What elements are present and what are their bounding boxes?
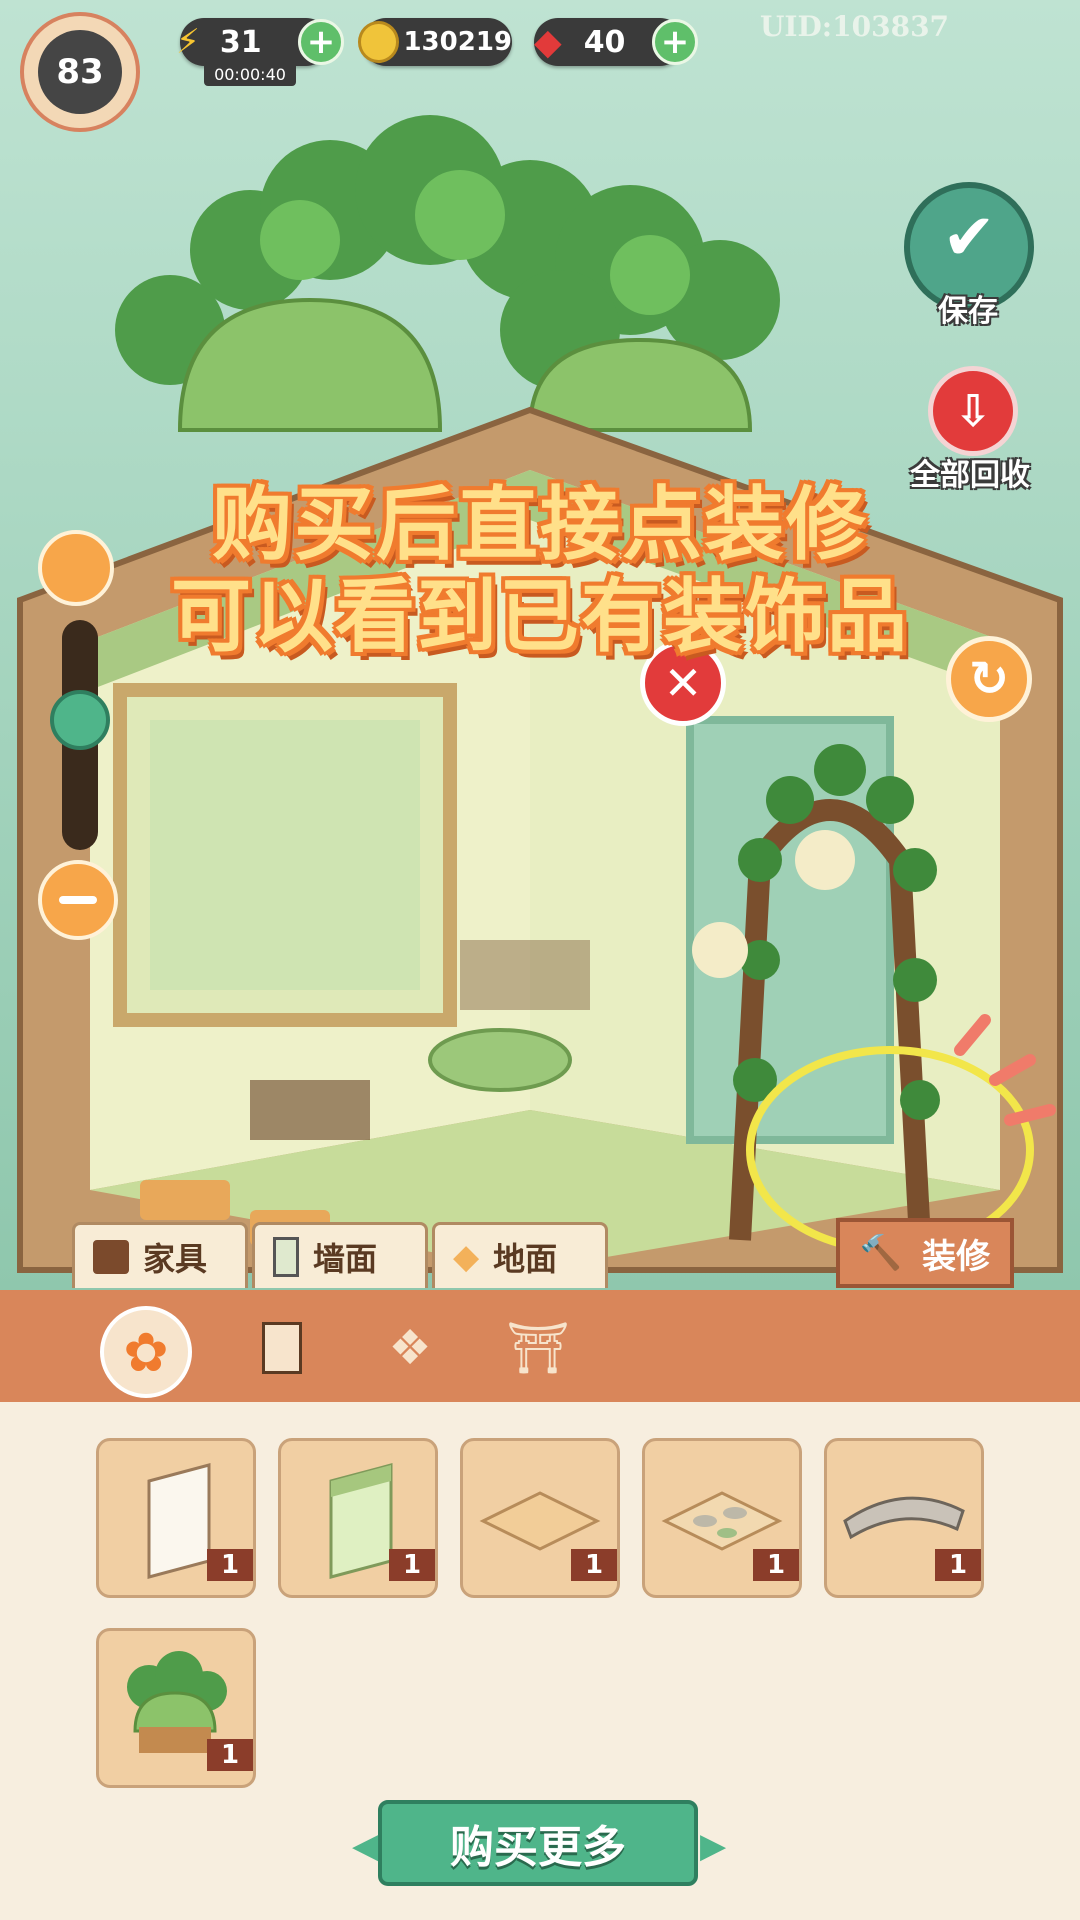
add-gems-button[interactable]: + xyxy=(652,19,698,65)
lightning-icon: ⚡ xyxy=(176,22,200,62)
slot-count: 1 xyxy=(753,1549,799,1581)
slot-count: 1 xyxy=(207,1549,253,1581)
inventory-slot-green-wall[interactable]: 1 xyxy=(278,1438,438,1598)
inventory-slot-wood-floor[interactable]: 1 xyxy=(460,1438,620,1598)
tab-floor-label: 地面 xyxy=(493,1239,558,1278)
clover-icon: ✿ xyxy=(123,1320,169,1384)
buy-more-label: 购买更多 xyxy=(450,1822,626,1873)
tab-furniture-label: 家具 xyxy=(143,1239,208,1278)
buy-more-left-ornament: ◀ xyxy=(352,1826,379,1866)
energy-value: 31 xyxy=(219,24,262,60)
coin-value: 130219 xyxy=(403,27,512,57)
sub-tab-all[interactable]: ✿ xyxy=(100,1306,192,1398)
tab-wall-label: 墙面 xyxy=(313,1239,378,1278)
sub-tab-floor[interactable]: ❖ xyxy=(372,1310,448,1386)
cabinet-icon xyxy=(93,1239,129,1274)
coin-icon xyxy=(358,21,400,63)
sub-tab-wall[interactable] xyxy=(244,1310,320,1386)
level-value: 83 xyxy=(56,52,104,92)
decorate-label: 装修 xyxy=(922,1236,991,1277)
floor-tile-icon: ◆ xyxy=(453,1236,480,1277)
gem-value: 40 xyxy=(583,24,626,60)
level-avatar[interactable]: 83 xyxy=(20,12,140,132)
coin-counter: 130219 xyxy=(358,18,512,66)
slot-count: 1 xyxy=(935,1549,981,1581)
inventory-slot-garden-house[interactable]: 1 xyxy=(96,1628,256,1788)
inventory-slot-white-wall[interactable]: 1 xyxy=(96,1438,256,1598)
checkmark-icon: ✔ xyxy=(942,201,996,275)
ruby-icon: ◆ xyxy=(534,21,562,63)
buy-more-button[interactable]: 购买更多 xyxy=(378,1800,698,1886)
recycle-all-button[interactable]: ⇩ xyxy=(928,366,1018,456)
inventory-slot-stone-floor[interactable]: 1 xyxy=(642,1438,802,1598)
download-icon: ⇩ xyxy=(954,385,992,437)
energy-timer: 00:00:40 xyxy=(204,62,296,86)
slot-count: 1 xyxy=(207,1739,253,1771)
tab-furniture[interactable]: 家具 xyxy=(72,1222,248,1288)
wall-corner-icon xyxy=(262,1322,302,1374)
minus-icon xyxy=(59,896,97,904)
zoom-out-button[interactable] xyxy=(38,860,118,940)
add-energy-button[interactable]: + xyxy=(298,19,344,65)
tip-line-2: 可以看到已有装饰品 xyxy=(171,570,909,663)
buy-more-right-ornament: ▶ xyxy=(700,1826,727,1866)
sub-tab-roof[interactable]: ⛩ xyxy=(500,1310,576,1386)
slot-count: 1 xyxy=(571,1549,617,1581)
hammer-icon: 🔨 xyxy=(859,1233,903,1273)
save-label: 保存 xyxy=(938,294,998,329)
slot-count: 1 xyxy=(389,1549,435,1581)
room-scene: 83 ⚡ 31 00:00:40 + 130219 ◆ 40 + UID:103… xyxy=(0,0,1080,1290)
uid-label: UID:103837 xyxy=(760,10,950,43)
decorate-button[interactable]: 🔨 装修 xyxy=(836,1218,1014,1288)
floor-pattern-icon: ❖ xyxy=(388,1320,432,1376)
pavilion-icon: ⛩ xyxy=(506,1318,570,1377)
inventory-slot-tile-roof[interactable]: 1 xyxy=(824,1438,984,1598)
wall-panel-icon xyxy=(273,1236,299,1277)
tab-wall[interactable]: 墙面 xyxy=(252,1222,428,1288)
tab-floor[interactable]: ◆ 地面 xyxy=(432,1222,608,1288)
